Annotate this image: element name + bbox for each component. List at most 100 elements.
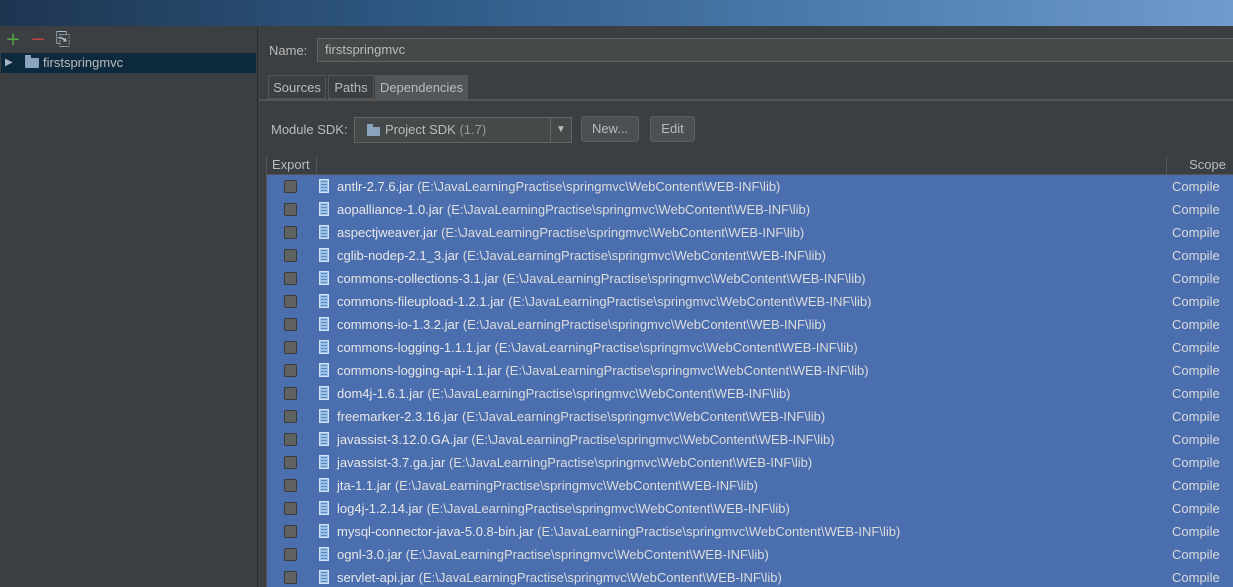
library-path: (E:\JavaLearningPractise\springmvc\WebCo… — [471, 432, 835, 447]
scope-value[interactable]: Compile — [1172, 313, 1220, 336]
tab-dependencies[interactable]: Dependencies — [375, 75, 468, 99]
table-row[interactable]: jta-1.1.jar (E:\JavaLearningPractise\spr… — [267, 474, 1233, 497]
dropdown-arrow-icon[interactable]: ▼ — [550, 118, 571, 142]
table-row[interactable]: commons-io-1.3.2.jar (E:\JavaLearningPra… — [267, 313, 1233, 336]
jar-library-icon — [319, 478, 329, 492]
table-row[interactable]: ognl-3.0.jar (E:\JavaLearningPractise\sp… — [267, 543, 1233, 566]
add-icon[interactable]: + — [4, 30, 22, 50]
library-file-name: mysql-connector-java-5.0.8-bin.jar — [337, 524, 534, 539]
module-sdk-select[interactable]: Project SDK (1.7) ▼ — [354, 117, 572, 143]
scope-value[interactable]: Compile — [1172, 267, 1220, 290]
library-path: (E:\JavaLearningPractise\springmvc\WebCo… — [418, 570, 782, 585]
library-name: antlr-2.7.6.jar (E:\JavaLearningPractise… — [337, 175, 780, 198]
table-row[interactable]: commons-logging-api-1.1.jar (E:\JavaLear… — [267, 359, 1233, 382]
export-checkbox[interactable] — [284, 525, 297, 538]
export-checkbox[interactable] — [284, 571, 297, 584]
library-file-name: dom4j-1.6.1.jar — [337, 386, 424, 401]
scope-column-header[interactable]: Scope — [1189, 156, 1226, 174]
scope-value[interactable]: Compile — [1172, 336, 1220, 359]
library-name: ognl-3.0.jar (E:\JavaLearningPractise\sp… — [337, 543, 769, 566]
scope-value[interactable]: Compile — [1172, 382, 1220, 405]
tree-item-module[interactable]: ▶ firstspringmvc — [1, 53, 256, 73]
copy-icon[interactable]: ⎘ — [54, 30, 72, 50]
table-row[interactable]: antlr-2.7.6.jar (E:\JavaLearningPractise… — [267, 175, 1233, 198]
export-checkbox[interactable] — [284, 479, 297, 492]
export-checkbox[interactable] — [284, 272, 297, 285]
table-row[interactable]: commons-fileupload-1.2.1.jar (E:\JavaLea… — [267, 290, 1233, 313]
scope-value[interactable]: Compile — [1172, 175, 1220, 198]
scope-value[interactable]: Compile — [1172, 221, 1220, 244]
export-column-header[interactable]: Export — [272, 156, 310, 174]
table-row[interactable]: aopalliance-1.0.jar (E:\JavaLearningPrac… — [267, 198, 1233, 221]
tab-sources[interactable]: Sources — [268, 75, 326, 99]
export-checkbox[interactable] — [284, 502, 297, 515]
name-label: Name: — [269, 43, 308, 58]
dependency-rows: antlr-2.7.6.jar (E:\JavaLearningPractise… — [267, 175, 1233, 587]
tab-paths[interactable]: Paths — [328, 75, 374, 99]
export-checkbox[interactable] — [284, 364, 297, 377]
export-checkbox[interactable] — [284, 318, 297, 331]
library-file-name: cglib-nodep-2.1_3.jar — [337, 248, 460, 263]
sdk-selected-value: Project SDK (1.7) — [385, 122, 487, 137]
export-checkbox[interactable] — [284, 341, 297, 354]
table-row[interactable]: javassist-3.12.0.GA.jar (E:\JavaLearning… — [267, 428, 1233, 451]
table-row[interactable]: servlet-api.jar (E:\JavaLearningPractise… — [267, 566, 1233, 587]
library-path: (E:\JavaLearningPractise\springmvc\WebCo… — [462, 248, 826, 263]
table-row[interactable]: javassist-3.7.ga.jar (E:\JavaLearningPra… — [267, 451, 1233, 474]
jar-library-icon — [319, 455, 329, 469]
export-checkbox[interactable] — [284, 456, 297, 469]
jar-library-icon — [319, 271, 329, 285]
library-path: (E:\JavaLearningPractise\springmvc\WebCo… — [537, 524, 901, 539]
scope-value[interactable]: Compile — [1172, 359, 1220, 382]
library-path: (E:\JavaLearningPractise\springmvc\WebCo… — [405, 547, 769, 562]
scope-value[interactable]: Compile — [1172, 428, 1220, 451]
export-checkbox[interactable] — [284, 226, 297, 239]
table-row[interactable]: mysql-connector-java-5.0.8-bin.jar (E:\J… — [267, 520, 1233, 543]
module-list-panel: + − ⎘ ▶ firstspringmvc — [0, 26, 258, 587]
scope-value[interactable]: Compile — [1172, 405, 1220, 428]
scope-value[interactable]: Compile — [1172, 566, 1220, 587]
export-checkbox[interactable] — [284, 387, 297, 400]
scope-value[interactable]: Compile — [1172, 474, 1220, 497]
export-checkbox[interactable] — [284, 295, 297, 308]
scope-value[interactable]: Compile — [1172, 198, 1220, 221]
expand-arrow-icon[interactable]: ▶ — [5, 53, 13, 73]
new-sdk-button[interactable]: New... — [581, 116, 639, 142]
table-row[interactable]: aspectjweaver.jar (E:\JavaLearningPracti… — [267, 221, 1233, 244]
jar-library-icon — [319, 409, 329, 423]
scope-value[interactable]: Compile — [1172, 451, 1220, 474]
table-row[interactable]: cglib-nodep-2.1_3.jar (E:\JavaLearningPr… — [267, 244, 1233, 267]
scope-value[interactable]: Compile — [1172, 290, 1220, 313]
scope-value[interactable]: Compile — [1172, 520, 1220, 543]
jar-library-icon — [319, 294, 329, 308]
library-name: aopalliance-1.0.jar (E:\JavaLearningPrac… — [337, 198, 810, 221]
export-checkbox[interactable] — [284, 410, 297, 423]
remove-icon[interactable]: − — [29, 30, 47, 50]
export-checkbox[interactable] — [284, 249, 297, 262]
library-name: javassist-3.7.ga.jar (E:\JavaLearningPra… — [337, 451, 812, 474]
library-path: (E:\JavaLearningPractise\springmvc\WebCo… — [502, 271, 866, 286]
export-checkbox[interactable] — [284, 203, 297, 216]
table-row[interactable]: dom4j-1.6.1.jar (E:\JavaLearningPractise… — [267, 382, 1233, 405]
jar-library-icon — [319, 340, 329, 354]
scope-value[interactable]: Compile — [1172, 543, 1220, 566]
jar-library-icon — [319, 363, 329, 377]
module-name-input[interactable]: firstspringmvc — [317, 38, 1233, 62]
library-path: (E:\JavaLearningPractise\springmvc\WebCo… — [417, 179, 781, 194]
window-title-bar — [0, 0, 1233, 26]
export-checkbox[interactable] — [284, 433, 297, 446]
table-row[interactable]: log4j-1.2.14.jar (E:\JavaLearningPractis… — [267, 497, 1233, 520]
table-row[interactable]: freemarker-2.3.16.jar (E:\JavaLearningPr… — [267, 405, 1233, 428]
scope-value[interactable]: Compile — [1172, 497, 1220, 520]
export-checkbox[interactable] — [284, 180, 297, 193]
library-name: servlet-api.jar (E:\JavaLearningPractise… — [337, 566, 782, 587]
edit-sdk-button[interactable]: Edit — [650, 116, 695, 142]
scope-value[interactable]: Compile — [1172, 244, 1220, 267]
export-checkbox[interactable] — [284, 548, 297, 561]
library-file-name: javassist-3.7.ga.jar — [337, 455, 446, 470]
library-file-name: servlet-api.jar — [337, 570, 416, 585]
table-row[interactable]: commons-collections-3.1.jar (E:\JavaLear… — [267, 267, 1233, 290]
table-row[interactable]: commons-logging-1.1.1.jar (E:\JavaLearni… — [267, 336, 1233, 359]
library-file-name: commons-logging-1.1.1.jar — [337, 340, 491, 355]
tree-item-label: firstspringmvc — [43, 55, 124, 70]
